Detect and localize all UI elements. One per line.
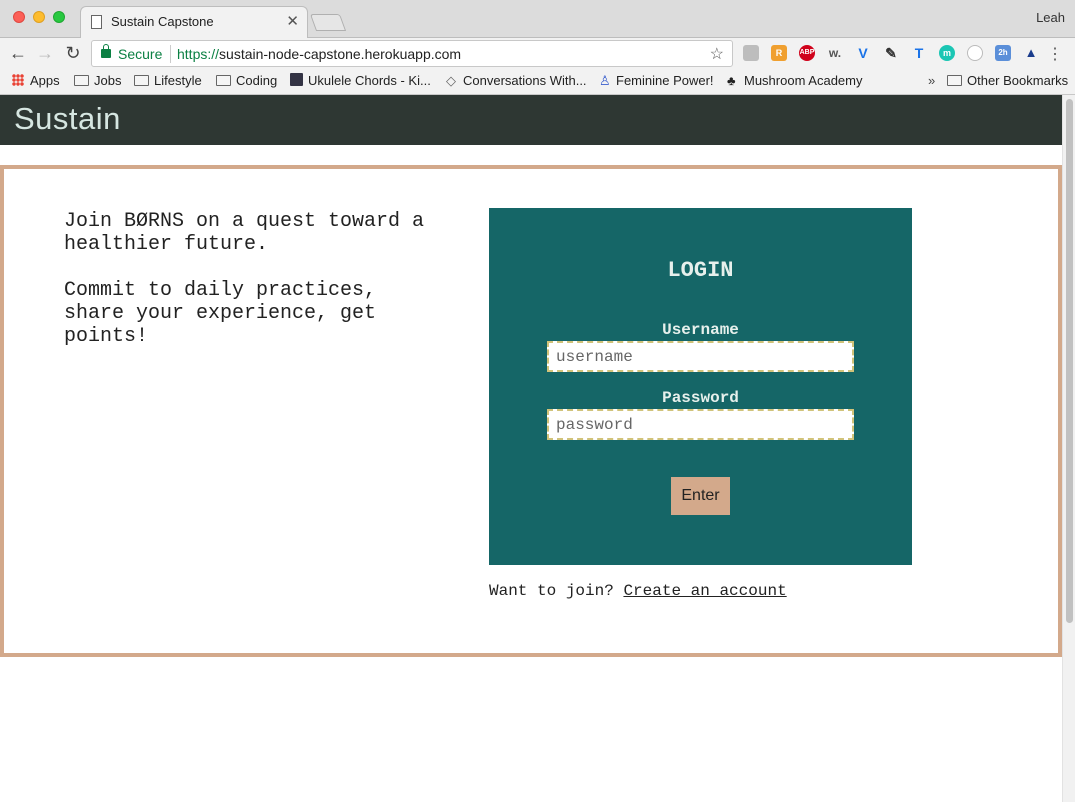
intro-paragraph: Commit to daily practices, share your ex… [64,279,377,348]
figure-icon: ♙ [599,73,611,88]
address-bar[interactable]: Secure https://sustain-node-capstone.her… [91,40,733,67]
content-frame: Join BØRNS on a quest toward a healthier… [0,165,1062,657]
username-input[interactable] [547,341,854,372]
password-input[interactable] [547,409,854,440]
extension-w-icon[interactable]: w. [827,45,843,61]
extension-circle-icon[interactable] [967,45,983,61]
page-icon [91,15,102,29]
window-minimize-button[interactable] [33,11,45,23]
page-viewport: Sustain Join BØRNS on a quest toward a h… [0,95,1062,802]
intro-text: Join BØRNS on a quest toward a healthier… [64,210,444,348]
bookmark-ukulele-chords[interactable]: Ukulele Chords - Ki... [290,73,431,88]
folder-icon [216,75,231,86]
profile-name[interactable]: Leah [1036,10,1065,25]
extension-r-icon[interactable]: R [771,45,787,61]
bookmark-feminine-power[interactable]: ♙ Feminine Power! [599,73,714,89]
bookmark-apps[interactable]: Apps [12,73,60,88]
site-header: Sustain [0,95,1062,145]
forward-icon[interactable]: → [34,42,56,64]
bookmarks-bar: Apps Jobs Lifestyle Coding Ukulele Chord… [0,69,1075,95]
mushroom-icon: ♣ [727,73,736,88]
lock-icon [101,44,111,58]
bookmark-lifestyle[interactable]: Lifestyle [134,73,202,88]
enter-button[interactable]: Enter [671,477,730,515]
eyedropper-extension-icon[interactable]: ✎ [883,45,899,61]
create-account-link[interactable]: Create an account [623,582,786,600]
bookmark-star-icon[interactable]: ☆ [710,44,724,64]
divider [170,45,171,63]
intro-paragraph: Join BØRNS on a quest toward a healthier… [64,210,425,256]
folder-icon [74,75,89,86]
adblock-extension-icon[interactable]: ABP [799,45,815,61]
window-zoom-button[interactable] [53,11,65,23]
new-tab-button[interactable] [309,14,347,31]
url-text[interactable]: https://sustain-node-capstone.herokuapp.… [177,46,461,62]
vertical-scrollbar[interactable] [1062,95,1075,802]
username-label: Username [662,321,739,339]
folder-icon [947,75,962,86]
extension-v-icon[interactable]: V [855,45,871,61]
join-prompt: Want to join? Create an account [489,582,787,600]
apps-grid-icon [12,74,24,86]
bookmark-coding[interactable]: Coding [216,73,277,88]
extension-triangle-icon[interactable]: ▲ [1023,45,1039,61]
reload-icon[interactable]: ↻ [62,42,84,64]
join-prompt-text: Want to join? [489,582,614,600]
password-label: Password [662,389,739,407]
browser-menu-icon[interactable]: ⋮ [1047,44,1063,64]
close-tab-icon[interactable]: ✕ [286,12,299,30]
login-panel: LOGIN Username Password Enter [489,208,912,565]
browser-tab[interactable]: Sustain Capstone ✕ [80,6,308,39]
bookmark-mushroom-academy[interactable]: ♣ Mushroom Academy [727,73,863,88]
site-favicon-icon [290,73,303,86]
diamond-icon: ◇ [446,73,456,88]
tab-title: Sustain Capstone [111,14,214,29]
calendar-extension-icon[interactable]: 2h [995,45,1011,61]
bookmark-conversations[interactable]: ◇ Conversations With... [446,73,587,89]
login-title: LOGIN [667,258,734,283]
site-logo[interactable]: Sustain [14,101,121,137]
window-close-button[interactable] [13,11,25,23]
bookmark-other[interactable]: Other Bookmarks [947,73,1068,88]
back-icon[interactable]: ← [7,42,29,64]
extension-t-icon[interactable]: T [911,45,927,61]
folder-icon [134,75,149,86]
secure-label: Secure [118,46,163,62]
bookmark-jobs[interactable]: Jobs [74,73,121,88]
extension-m-icon[interactable]: m [939,45,955,61]
drive-extension-icon[interactable] [743,45,759,61]
bookmarks-overflow-icon[interactable]: » [928,73,935,88]
scrollbar-thumb[interactable] [1066,99,1073,623]
browser-tab-bar: Sustain Capstone ✕ Leah [0,0,1075,39]
